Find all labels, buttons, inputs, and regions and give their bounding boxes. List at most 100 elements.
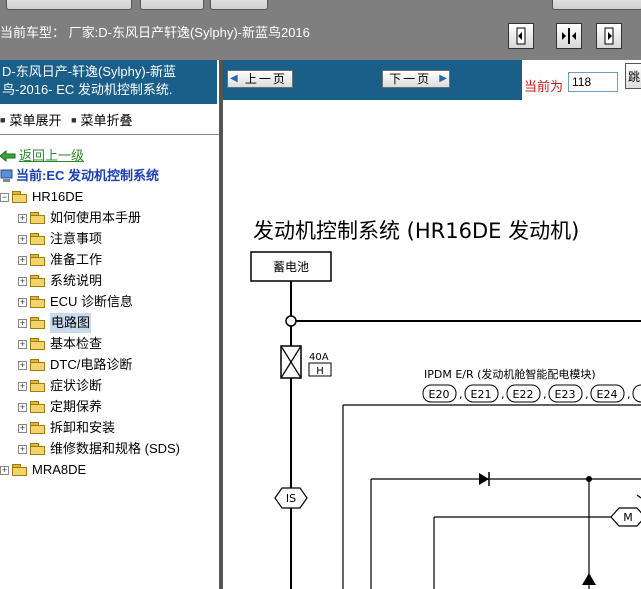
page-number-input[interactable]	[568, 72, 618, 92]
folder-icon	[30, 422, 46, 434]
expand-toggle-icon[interactable]: +	[18, 255, 27, 265]
toolbar-button-1[interactable]	[6, 0, 132, 10]
fit-width-view-button[interactable]	[556, 23, 582, 49]
tree-item-7[interactable]: + DTC/电路诊断	[18, 355, 132, 375]
tree-item-label: 准备工作	[50, 252, 103, 267]
tree-node-mra8de[interactable]: + MRA8DE	[0, 460, 86, 480]
tree-item-0[interactable]: + 如何使用本手册	[18, 208, 141, 228]
folder-icon	[30, 359, 46, 371]
connector-label: E20	[429, 388, 450, 401]
current-page-label: 当前为	[524, 79, 564, 94]
tree-item-9[interactable]: + 定期保养	[18, 397, 102, 417]
document-viewer: ◀ 上一页 下一页 ▶ 当前为 跳 发动机控制系统 (HR16DE 发动机) 蓄…	[223, 60, 641, 589]
sidebar-title-line1: D-东风日产-轩逸(Sylphy)-新蓝	[2, 64, 177, 79]
tree-item-label-selected: 电路图	[50, 313, 92, 333]
connector-label: E23	[555, 388, 576, 401]
tree-item-1[interactable]: + 注意事项	[18, 229, 102, 249]
tree-item-label: 拆卸和安装	[50, 420, 116, 435]
car-model-label: 当前车型：	[0, 25, 66, 40]
jump-button[interactable]: 跳	[625, 63, 641, 89]
current-location-label: 当前:EC 发动机控制系统	[16, 168, 160, 183]
current-location: 当前:EC 发动机控制系统	[0, 166, 159, 186]
expand-toggle-icon[interactable]: +	[18, 297, 27, 307]
tree-item-label: 如何使用本手册	[50, 210, 142, 225]
expand-toggle-icon[interactable]: +	[18, 339, 27, 349]
connector-list: E20 , E21 , E22 , E23 , E24 ,	[422, 384, 641, 403]
toolbar-button-3[interactable]	[210, 0, 268, 10]
page-indicator: 当前为 跳	[522, 60, 641, 100]
folder-icon	[30, 443, 46, 455]
tree-item-label: 症状诊断	[50, 378, 103, 393]
square-bullet-icon: ■	[0, 115, 6, 125]
prev-page-button[interactable]: ◀ 上一页	[227, 70, 293, 88]
tree-item-10[interactable]: + 拆卸和安装	[18, 418, 115, 438]
folder-icon	[12, 464, 28, 476]
connector-label: E22	[513, 388, 534, 401]
tree-item-label: DTC/电路诊断	[50, 357, 133, 372]
top-toolbar: 当前车型： 厂家:D-东风日产轩逸(Sylphy)-新蓝鸟2016	[0, 0, 641, 60]
splice-node	[285, 315, 297, 327]
expand-toggle-icon[interactable]: +	[18, 234, 27, 244]
tree-item-label: 维修数据和规格 (SDS)	[50, 441, 181, 456]
connector-separator: ,	[501, 388, 505, 401]
expand-menu-label: 菜单展开	[9, 113, 62, 128]
tree-item-label: 基本检查	[50, 336, 103, 351]
expand-toggle-icon[interactable]: +	[18, 381, 27, 391]
ipdm-label: IPDM E/R (发动机舱智能配电模块)	[424, 367, 596, 381]
diagram-title: 发动机控制系统 (HR16DE 发动机)	[253, 219, 579, 243]
connector-label: E21	[471, 388, 492, 401]
expand-toggle-icon[interactable]: +	[18, 213, 27, 223]
arrow-right-icon: ▶	[439, 73, 447, 84]
tree-item-3[interactable]: + 系统说明	[18, 271, 102, 291]
collapse-menu-button[interactable]: ■ 菜单折叠	[71, 113, 132, 128]
toolbar-button-4[interactable]	[552, 0, 641, 10]
tree-item-label: 定期保养	[50, 399, 103, 414]
single-page-view-button[interactable]	[508, 23, 534, 49]
folder-icon	[30, 380, 46, 392]
tree-item-label: ECU 诊断信息	[50, 294, 134, 309]
sidebar-title-line2: 鸟-2016- EC 发动机控制系统.	[2, 82, 173, 97]
sidebar-divider	[0, 134, 219, 135]
square-bullet-icon: ■	[71, 115, 77, 125]
jump-button-label: 跳	[628, 70, 641, 84]
wire-stub	[636, 494, 641, 499]
collapse-toggle-icon[interactable]: −	[0, 192, 9, 202]
expand-toggle-icon[interactable]: +	[18, 444, 27, 454]
folder-icon	[30, 317, 46, 329]
sidebar-title: D-东风日产-轩逸(Sylphy)-新蓝 鸟-2016- EC 发动机控制系统.	[0, 60, 217, 104]
expand-menu-button[interactable]: ■ 菜单展开	[0, 113, 61, 128]
two-page-icon	[604, 27, 614, 45]
tree-item-label: 注意事项	[50, 231, 103, 246]
m-connector-label: M	[623, 511, 633, 524]
folder-icon	[30, 233, 46, 245]
page-navigation-bar: ◀ 上一页 下一页 ▶ 当前为 跳	[223, 60, 641, 100]
tree-node-hr16de[interactable]: − HR16DE	[0, 187, 83, 207]
arrow-left-icon: ◀	[230, 73, 238, 84]
tree-item-2[interactable]: + 准备工作	[18, 250, 102, 270]
tree-item-11[interactable]: + 维修数据和规格 (SDS)	[18, 439, 180, 459]
tree-item-5[interactable]: + 电路图	[18, 313, 92, 333]
expand-toggle-icon[interactable]: +	[0, 465, 9, 475]
connector-separator: ,	[543, 388, 547, 401]
expand-toggle-icon[interactable]: +	[18, 276, 27, 286]
tree-node-label: HR16DE	[32, 189, 84, 204]
tree-node-label: MRA8DE	[32, 462, 87, 477]
back-link[interactable]: 返回上一级	[0, 146, 84, 166]
tree-item-4[interactable]: + ECU 诊断信息	[18, 292, 133, 312]
tree-item-6[interactable]: + 基本检查	[18, 334, 102, 354]
tree-item-8[interactable]: + 症状诊断	[18, 376, 102, 396]
connector-separator: ,	[627, 388, 631, 401]
expand-toggle-icon[interactable]: +	[18, 402, 27, 412]
next-page-label: 下一页	[389, 72, 432, 86]
next-page-button[interactable]: 下一页 ▶	[382, 70, 450, 88]
expand-toggle-icon[interactable]: +	[18, 318, 27, 328]
two-page-view-button[interactable]	[596, 23, 622, 49]
toolbar-button-2[interactable]	[140, 0, 204, 10]
expand-toggle-icon[interactable]: +	[18, 360, 27, 370]
collapse-menu-label: 菜单折叠	[80, 113, 133, 128]
sidebar: D-东风日产-轩逸(Sylphy)-新蓝 鸟-2016- EC 发动机控制系统.…	[0, 60, 219, 589]
expand-toggle-icon[interactable]: +	[18, 423, 27, 433]
tree-item-label: 系统说明	[50, 273, 103, 288]
connector-separator: ,	[459, 388, 463, 401]
folder-icon	[30, 212, 46, 224]
